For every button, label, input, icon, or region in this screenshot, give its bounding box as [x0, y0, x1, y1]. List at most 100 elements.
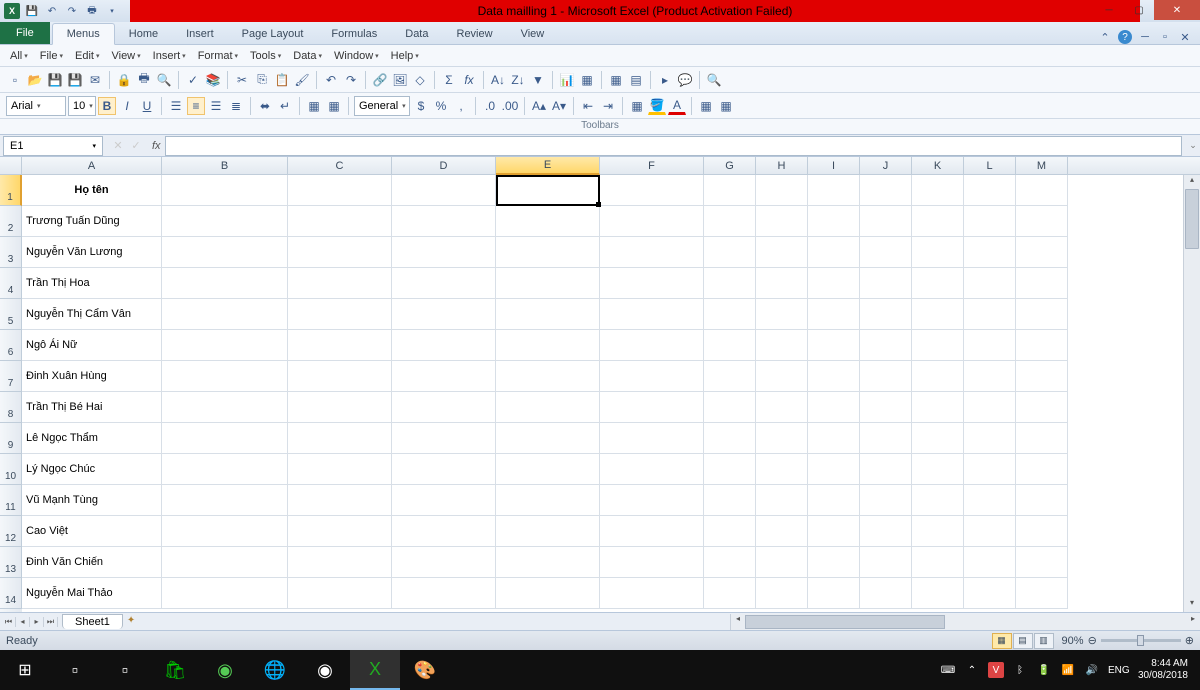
cell-K6[interactable] — [912, 330, 964, 361]
cell-K7[interactable] — [912, 361, 964, 392]
language-indicator[interactable]: ENG — [1108, 665, 1124, 676]
cell-J3[interactable] — [860, 237, 912, 268]
cell-G2[interactable] — [704, 206, 756, 237]
cell-G6[interactable] — [704, 330, 756, 361]
sort-desc-icon[interactable]: Z↓ — [509, 71, 527, 89]
cell-B8[interactable] — [162, 392, 288, 423]
col-header-G[interactable]: G — [704, 157, 756, 174]
tray-up-icon[interactable]: ⌃ — [964, 665, 980, 676]
hscroll-thumb[interactable] — [745, 615, 945, 629]
font-size-combo[interactable]: 10▾ — [68, 96, 96, 116]
cell-H8[interactable] — [756, 392, 808, 423]
start-button[interactable]: ⊞ — [0, 650, 50, 690]
cell-F12[interactable] — [600, 516, 704, 547]
cell-F4[interactable] — [600, 268, 704, 299]
wifi-icon[interactable]: 📶 — [1060, 665, 1076, 676]
cell-L8[interactable] — [964, 392, 1016, 423]
redo-icon[interactable]: ↷ — [342, 71, 360, 89]
menu-help[interactable]: Help▾ — [387, 48, 423, 64]
freeze-icon[interactable]: ▤ — [627, 71, 645, 89]
col-header-E[interactable]: E — [496, 157, 600, 175]
cell-J14[interactable] — [860, 578, 912, 609]
cell-F6[interactable] — [600, 330, 704, 361]
borders-icon[interactable]: ▦ — [628, 97, 646, 115]
cell-G4[interactable] — [704, 268, 756, 299]
maximize-button[interactable]: ▢ — [1124, 0, 1154, 20]
wrap-icon[interactable]: ↵ — [276, 97, 294, 115]
taskbar-store-icon[interactable]: 🛍 — [150, 650, 200, 690]
formula-input[interactable] — [165, 136, 1182, 156]
page-layout-view-icon[interactable]: ▤ — [1013, 633, 1033, 649]
tray-app-icon[interactable]: V — [988, 662, 1004, 678]
cell-I7[interactable] — [808, 361, 860, 392]
expand-formula-icon[interactable]: ⌄ — [1186, 140, 1200, 151]
col-header-H[interactable]: H — [756, 157, 808, 174]
cell-A1[interactable]: Họ tên — [22, 175, 162, 206]
dec-indent-icon[interactable]: ⇤ — [579, 97, 597, 115]
cell-G3[interactable] — [704, 237, 756, 268]
scroll-left-icon[interactable]: ◂ — [731, 614, 745, 630]
menu-tools[interactable]: Tools▾ — [246, 48, 285, 64]
cell-A10[interactable]: Lý Ngọc Chúc — [22, 454, 162, 485]
cell-J8[interactable] — [860, 392, 912, 423]
doc-close-icon[interactable]: ✕ — [1178, 30, 1192, 44]
cell-L9[interactable] — [964, 423, 1016, 454]
cell-D8[interactable] — [392, 392, 496, 423]
cell-H2[interactable] — [756, 206, 808, 237]
cell-J4[interactable] — [860, 268, 912, 299]
cell-L13[interactable] — [964, 547, 1016, 578]
zoom-out-icon[interactable]: ⊖ — [1088, 634, 1097, 647]
cell-F7[interactable] — [600, 361, 704, 392]
col-header-D[interactable]: D — [392, 157, 496, 174]
currency-icon[interactable]: $ — [412, 97, 430, 115]
cell-D3[interactable] — [392, 237, 496, 268]
scroll-up-icon[interactable]: ▴ — [1184, 175, 1200, 189]
cell-B6[interactable] — [162, 330, 288, 361]
font-color-icon[interactable]: A — [668, 97, 686, 115]
copy-icon[interactable]: ⎘ — [253, 71, 271, 89]
fill-color-icon[interactable]: 🪣 — [648, 97, 666, 115]
inc-decimal-icon[interactable]: .0 — [481, 97, 499, 115]
cancel-formula-icon[interactable]: ✕ — [110, 139, 126, 152]
row-header-9[interactable]: 9 — [0, 423, 22, 454]
cell-B2[interactable] — [162, 206, 288, 237]
shapes-icon[interactable]: ◇ — [411, 71, 429, 89]
cell-B9[interactable] — [162, 423, 288, 454]
cell-E9[interactable] — [496, 423, 600, 454]
cell-M9[interactable] — [1016, 423, 1068, 454]
cell-L11[interactable] — [964, 485, 1016, 516]
cell-B11[interactable] — [162, 485, 288, 516]
tray-bt-icon[interactable]: ᛒ — [1012, 665, 1028, 676]
cell-E8[interactable] — [496, 392, 600, 423]
tab-review[interactable]: Review — [443, 24, 507, 44]
cell-G9[interactable] — [704, 423, 756, 454]
cell-M2[interactable] — [1016, 206, 1068, 237]
cell-K14[interactable] — [912, 578, 964, 609]
row-header-13[interactable]: 13 — [0, 547, 22, 578]
cell-A13[interactable]: Đinh Văn Chiến — [22, 547, 162, 578]
paste-icon[interactable]: 📋 — [273, 71, 291, 89]
chart-icon[interactable]: 📊 — [558, 71, 576, 89]
cell-K10[interactable] — [912, 454, 964, 485]
row-header-4[interactable]: 4 — [0, 268, 22, 299]
cell-J13[interactable] — [860, 547, 912, 578]
macro-icon[interactable]: ▸ — [656, 71, 674, 89]
decrease-font-icon[interactable]: A▾ — [550, 97, 568, 115]
cell-F1[interactable] — [600, 175, 704, 206]
volume-icon[interactable]: 🔊 — [1084, 665, 1100, 676]
battery-icon[interactable]: 🔋 — [1036, 665, 1052, 676]
cell-C7[interactable] — [288, 361, 392, 392]
merge-icon[interactable]: ⬌ — [256, 97, 274, 115]
row-header-6[interactable]: 6 — [0, 330, 22, 361]
cell-K11[interactable] — [912, 485, 964, 516]
cell-E4[interactable] — [496, 268, 600, 299]
cell-C5[interactable] — [288, 299, 392, 330]
percent-icon[interactable]: % — [432, 97, 450, 115]
cell-M6[interactable] — [1016, 330, 1068, 361]
cell-C10[interactable] — [288, 454, 392, 485]
cell-F8[interactable] — [600, 392, 704, 423]
zoom-in-icon[interactable]: ⊕ — [1185, 634, 1194, 647]
cell-F13[interactable] — [600, 547, 704, 578]
cell-E7[interactable] — [496, 361, 600, 392]
cell-A9[interactable]: Lê Ngọc Thẩm — [22, 423, 162, 454]
